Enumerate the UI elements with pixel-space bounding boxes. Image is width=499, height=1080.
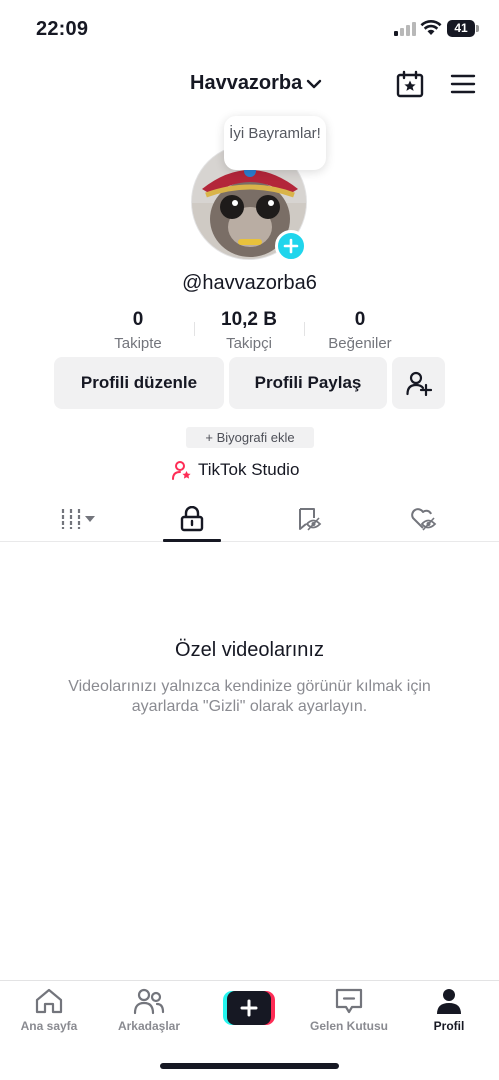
empty-state-title: Özel videolarınız <box>175 639 324 661</box>
friends-icon <box>133 988 165 1015</box>
bookmark-eye-icon <box>299 508 322 531</box>
nav-profile-label: Profil <box>433 1019 465 1033</box>
tab-saved[interactable] <box>280 496 338 542</box>
profile-header: Havvazorba <box>0 64 499 104</box>
battery-level: 41 <box>447 20 475 37</box>
nav-home[interactable]: Ana sayfa <box>4 987 94 1033</box>
add-avatar-button[interactable] <box>275 230 307 262</box>
tiktok-studio-label: TikTok Studio <box>198 460 300 479</box>
stat-following[interactable]: 0 Takipte <box>78 308 198 355</box>
tab-private[interactable] <box>163 496 221 542</box>
add-user-icon <box>405 371 432 396</box>
tab-videos[interactable] <box>44 496 114 542</box>
active-tab-indicator <box>163 539 221 542</box>
tiktok-studio-link[interactable]: TikTok Studio <box>172 459 299 481</box>
stat-followers-label: Takipçi <box>226 335 272 352</box>
home-indicator <box>160 1063 339 1069</box>
status-bar: 22:09 41 <box>0 0 499 56</box>
stat-likes-value: 0 <box>354 309 366 330</box>
profile-stats: 0 Takipte 10,2 B Takipçi 0 Beğeniler <box>0 308 499 356</box>
battery-icon: 41 <box>447 20 479 37</box>
stat-followers[interactable]: 10,2 B Takipçi <box>189 308 309 355</box>
stat-following-label: Takipte <box>114 335 162 352</box>
edit-profile-button[interactable]: Profili düzenle <box>54 357 224 409</box>
stat-likes[interactable]: 0 Beğeniler <box>300 308 420 355</box>
profile-icon <box>437 989 461 1014</box>
lock-icon <box>180 506 204 532</box>
status-time: 22:09 <box>36 18 89 40</box>
calendar-star-icon[interactable] <box>396 70 424 98</box>
stat-followers-value: 10,2 B <box>221 309 277 330</box>
grid-videos-icon <box>61 509 95 529</box>
add-friend-button[interactable] <box>392 357 445 409</box>
inbox-icon <box>335 988 363 1014</box>
plus-icon <box>240 999 258 1017</box>
wifi-icon <box>420 20 442 35</box>
account-switcher[interactable]: Havvazorba <box>190 72 322 95</box>
stat-following-value: 0 <box>132 309 144 330</box>
share-profile-button[interactable]: Profili Paylaş <box>229 357 387 409</box>
account-username: Havvazorba <box>190 72 303 94</box>
studio-user-star-icon <box>172 461 191 480</box>
profile-handle: @havvazorba6 <box>182 272 317 294</box>
tab-liked[interactable] <box>394 496 452 542</box>
menu-icon[interactable] <box>450 72 476 96</box>
status-note-bubble[interactable]: İyi Bayramlar! <box>224 116 326 170</box>
stat-likes-label: Beğeniler <box>328 335 392 352</box>
create-video-button[interactable] <box>223 991 275 1025</box>
nav-home-label: Ana sayfa <box>20 1019 78 1033</box>
chevron-down-icon <box>307 79 322 88</box>
heart-eye-icon <box>411 508 437 531</box>
nav-friends-label: Arkadaşlar <box>117 1019 181 1033</box>
nav-inbox[interactable]: Gelen Kutusu <box>304 987 394 1033</box>
add-bio-button[interactable]: + Biyografi ekle <box>186 427 314 448</box>
empty-state-description: Videolarınızı yalnızca kendinize görünür… <box>68 678 431 715</box>
content-tabs <box>0 496 499 542</box>
nav-friends[interactable]: Arkadaşlar <box>104 987 194 1033</box>
nav-inbox-label: Gelen Kutusu <box>309 1019 388 1033</box>
plus-icon <box>283 238 299 254</box>
nav-profile[interactable]: Profil <box>404 987 494 1033</box>
home-icon <box>35 988 63 1014</box>
signal-icon <box>394 22 416 36</box>
